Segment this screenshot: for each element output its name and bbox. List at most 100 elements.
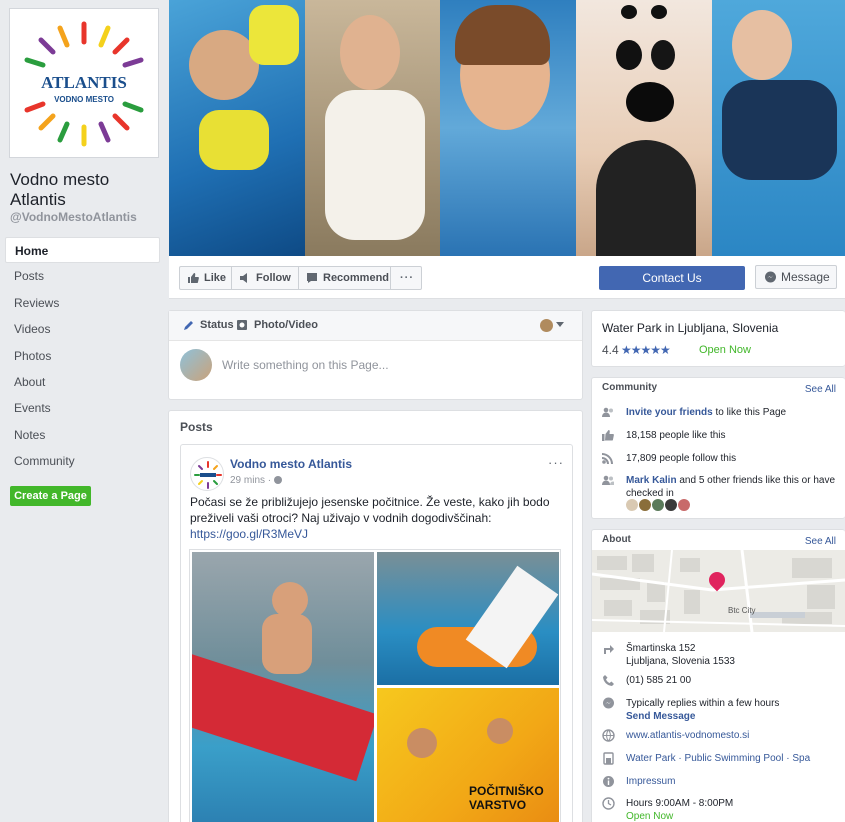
category-links[interactable]: Water Park · Public Swimming Pool · Spa: [626, 752, 841, 765]
message-button[interactable]: Message: [755, 265, 837, 289]
info-icon: [603, 776, 614, 787]
photo-icon: [237, 320, 247, 330]
post-author-name[interactable]: Vodno mesto Atlantis: [230, 457, 352, 471]
rating-stars[interactable]: ★★★★★: [621, 343, 671, 357]
composer-input[interactable]: Write something on this Page...: [222, 358, 389, 372]
invite-friends-link[interactable]: Invite your friends: [626, 407, 713, 418]
follows-count[interactable]: 17,809 people follow this: [626, 452, 841, 465]
friend-avatar[interactable]: [665, 499, 677, 511]
hours-open-status: Open Now: [626, 811, 674, 822]
phone-number[interactable]: (01) 585 21 00: [626, 674, 841, 687]
address-line-2[interactable]: Ljubljana, Slovenia 1533: [626, 655, 841, 668]
nav-item-about[interactable]: About: [5, 369, 160, 395]
location-map[interactable]: Btc City: [592, 550, 845, 632]
rating-value[interactable]: 4.4: [602, 343, 619, 357]
friend-name-link[interactable]: Mark Kalin: [626, 475, 677, 486]
atlantis-avatar-logo: [194, 461, 222, 489]
post-photo-grid[interactable]: POČITNIŠKO VARSTVO: [189, 549, 561, 822]
nav-item-events[interactable]: Events: [5, 395, 160, 421]
nav-item-reviews[interactable]: Reviews: [5, 290, 160, 316]
send-message-link[interactable]: Send Message: [626, 710, 841, 723]
pencil-icon: [184, 321, 193, 330]
about-see-all-link[interactable]: See All: [805, 536, 836, 547]
cover-photo[interactable]: [169, 0, 845, 256]
messenger-icon: [603, 697, 614, 709]
post-card: Vodno mesto Atlantis 29 mins · ··· Počas…: [180, 444, 573, 822]
like-label: Like: [204, 272, 227, 284]
more-actions-button[interactable]: ···: [390, 266, 422, 290]
friend-avatar[interactable]: [652, 499, 664, 511]
invite-friends-text: to like this Page: [712, 407, 787, 418]
friend-avatar[interactable]: [626, 499, 638, 511]
nav-item-videos[interactable]: Videos: [5, 316, 160, 342]
follow-icon: [240, 273, 247, 283]
post-author-avatar[interactable]: [190, 457, 224, 491]
page-handle[interactable]: @VodnoMestoAtlantis: [10, 210, 137, 224]
page-nav: Home Posts Reviews Videos Photos About E…: [5, 237, 160, 475]
opening-hours[interactable]: Hours 9:00AM - 8:00PM: [626, 797, 841, 810]
atlantis-logo: ATLANTIS VODNO MESTO: [15, 14, 153, 152]
nav-item-community[interactable]: Community: [5, 448, 160, 474]
page-title[interactable]: Vodno mesto Atlantis: [10, 170, 160, 210]
community-card: Community See All Invite your friends to…: [591, 377, 845, 519]
post-as-selector[interactable]: [540, 319, 564, 333]
nav-item-home[interactable]: Home: [5, 237, 160, 264]
globe-icon: [602, 729, 615, 742]
message-label: Message: [781, 270, 830, 284]
post-options-button[interactable]: ···: [548, 455, 564, 470]
contact-us-button[interactable]: Contact Us: [599, 266, 745, 290]
friend-avatars: [626, 499, 691, 513]
posts-section: Posts Vodno mesto Atlantis 29 mins · ···…: [168, 410, 583, 822]
globe-icon: [273, 476, 282, 484]
website-link[interactable]: www.atlantis-vodnomesto.si: [626, 729, 841, 742]
composer-tabs: Status Photo/Video: [169, 311, 582, 341]
friends-icon: [602, 475, 614, 485]
like-button[interactable]: Like: [179, 266, 232, 290]
logo-subtext: VODNO MESTO: [54, 95, 114, 104]
nav-item-posts[interactable]: Posts: [5, 263, 160, 289]
about-card: About See All Btc City Šmartinska 152 Lj…: [591, 529, 845, 822]
reply-time-text: Typically replies within a few hours: [626, 698, 780, 709]
page-category[interactable]: Water Park in Ljubljana, Slovenia: [602, 321, 778, 335]
post-timestamp[interactable]: 29 mins ·: [230, 475, 282, 486]
nav-item-photos[interactable]: Photos: [5, 343, 160, 369]
likes-count[interactable]: 18,158 people like this: [626, 429, 841, 442]
tab-photo-video[interactable]: Photo/Video: [254, 319, 318, 331]
stars-icon: ★★★★★: [621, 343, 671, 357]
rss-follow-icon: [602, 453, 613, 464]
left-column: ATLANTIS VODNO MESTO Vodno mesto Atlanti…: [0, 0, 168, 822]
recommend-label: Recommend: [323, 272, 390, 284]
create-page-button[interactable]: Create a Page: [10, 486, 91, 506]
address-line-1[interactable]: Šmartinska 152: [626, 642, 841, 655]
thumbs-up-icon: [602, 430, 614, 441]
post-photo-water-slide[interactable]: [192, 552, 374, 822]
chevron-down-icon: [556, 322, 564, 327]
impressum-link[interactable]: Impressum: [626, 775, 841, 788]
photo-caption-line2: VARSTVO: [469, 798, 527, 812]
map-graphic: [592, 550, 845, 632]
community-heading[interactable]: Community: [602, 382, 657, 393]
post-as-avatar: [540, 319, 553, 332]
map-place-label: Btc City: [728, 606, 756, 615]
post-link[interactable]: https://goo.gl/R3MeVJ: [190, 526, 565, 542]
page-profile-picture[interactable]: ATLANTIS VODNO MESTO: [9, 8, 159, 158]
friend-avatar[interactable]: [639, 499, 651, 511]
cover-panel-woman-towel: [305, 0, 440, 256]
thumbs-up-icon: [188, 273, 199, 283]
post-photo-inflatable[interactable]: [377, 552, 559, 685]
recommend-icon: [307, 273, 317, 283]
post-photo-holiday-care[interactable]: POČITNIŠKO VARSTVO: [377, 688, 559, 822]
recommend-button[interactable]: Recommend: [298, 266, 391, 290]
follow-button[interactable]: Follow: [231, 266, 299, 290]
clock-icon: [602, 797, 615, 810]
directions-icon: [604, 645, 614, 654]
category-tag-icon: [603, 752, 614, 765]
posts-heading[interactable]: Posts: [180, 420, 213, 434]
community-see-all-link[interactable]: See All: [805, 384, 836, 395]
friend-avatar[interactable]: [678, 499, 690, 511]
nav-item-notes[interactable]: Notes: [5, 422, 160, 448]
tab-status[interactable]: Status: [200, 319, 234, 331]
logo-text: ATLANTIS: [41, 73, 127, 92]
about-heading[interactable]: About: [602, 534, 631, 545]
post-text: Počasi se že približujejo jesenske počit…: [190, 495, 550, 525]
